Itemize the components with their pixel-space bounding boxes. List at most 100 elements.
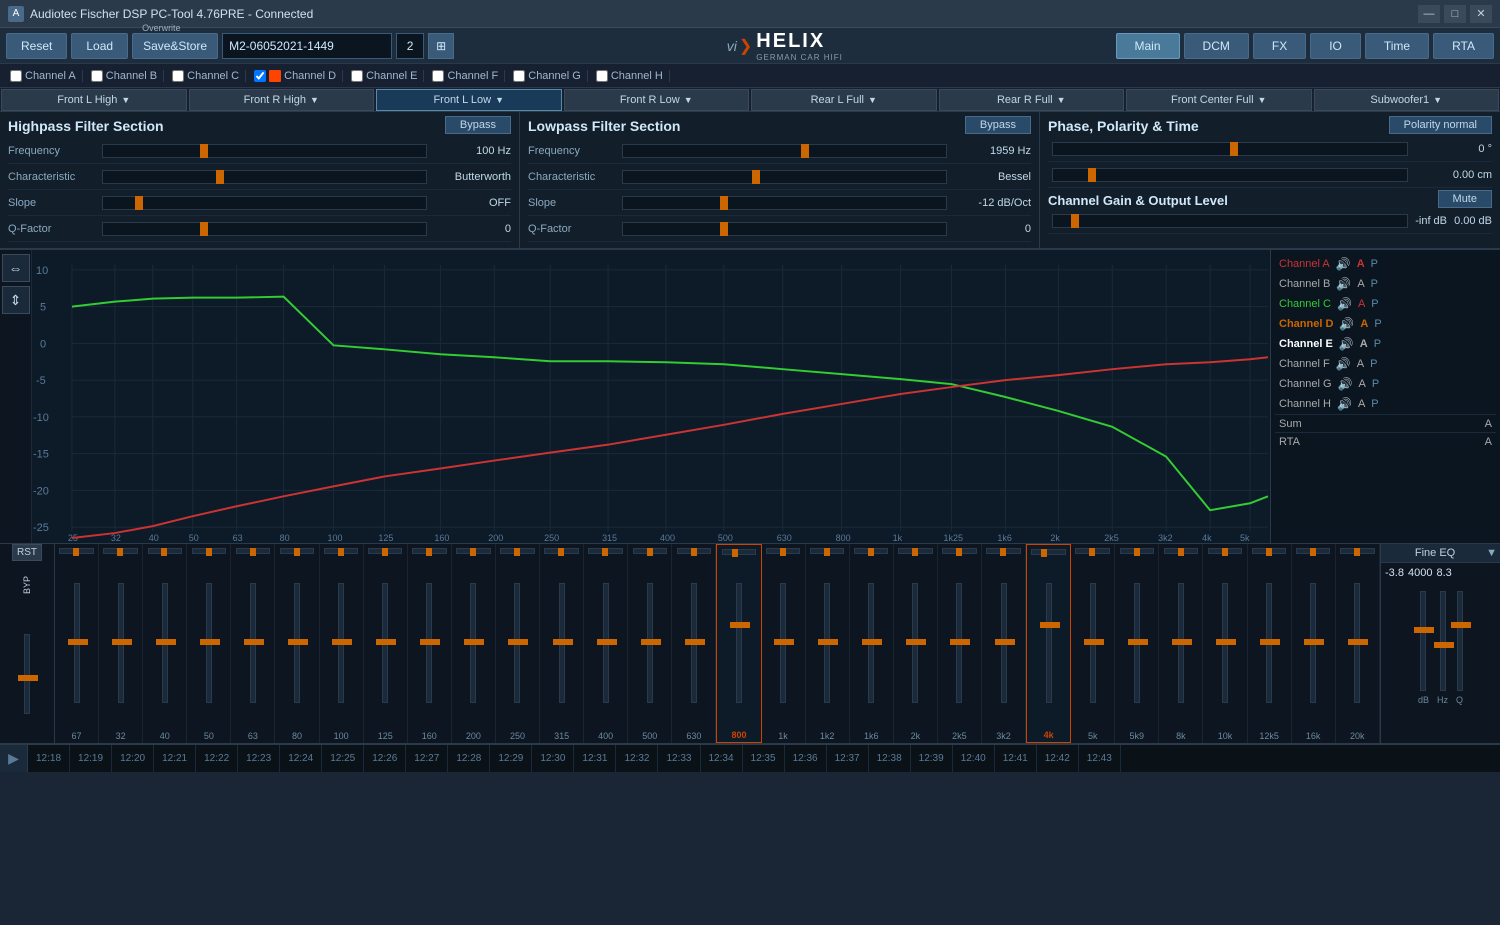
filter-slider-track-3[interactable] — [102, 222, 427, 236]
filter-slider-track-1[interactable] — [102, 170, 427, 184]
filter-slider-track-0[interactable] — [102, 144, 427, 158]
lowpass-bypass-button[interactable]: Bypass — [965, 116, 1031, 134]
legend-ch-h-speaker-icon[interactable]: 🔊 — [1337, 397, 1352, 411]
phase-slider-track[interactable] — [1052, 142, 1408, 156]
eq-fader-track-13[interactable] — [647, 583, 653, 703]
legend-sum-a[interactable]: A — [1485, 418, 1492, 430]
eq-fader-thumb-28[interactable] — [1304, 639, 1324, 645]
eq-fader-track-4[interactable] — [250, 583, 256, 703]
channel-name-btn-1[interactable]: Front R High▼ — [189, 89, 375, 111]
legend-rta-a[interactable]: A — [1485, 436, 1492, 448]
mute-button[interactable]: Mute — [1438, 190, 1492, 208]
legend-ch-d-p[interactable]: P — [1374, 318, 1381, 330]
eq-master-fader-track[interactable] — [24, 634, 30, 714]
highpass-bypass-button[interactable]: Bypass — [445, 116, 511, 134]
legend-ch-h-p[interactable]: P — [1371, 398, 1378, 410]
eq-fader-track-0[interactable] — [74, 583, 80, 703]
legend-ch-g-speaker-icon[interactable]: 🔊 — [1338, 377, 1353, 391]
eq-fader-thumb-3[interactable] — [200, 639, 220, 645]
legend-ch-b-p[interactable]: P — [1371, 278, 1378, 290]
eq-fader-track-20[interactable] — [956, 583, 962, 703]
legend-ch-d-a[interactable]: A — [1360, 318, 1368, 330]
legend-ch-e-a[interactable]: A — [1360, 338, 1368, 350]
fine-eq-hz-track[interactable] — [1440, 591, 1446, 691]
eq-fader-thumb-23[interactable] — [1084, 639, 1104, 645]
legend-ch-c-speaker-icon[interactable]: 🔊 — [1337, 297, 1352, 311]
fine-eq-q-track[interactable] — [1457, 591, 1463, 691]
filter-slider-thumb-1[interactable] — [752, 170, 760, 184]
legend-ch-h-a[interactable]: A — [1358, 398, 1365, 410]
eq-fader-track-27[interactable] — [1266, 583, 1272, 703]
legend-ch-e-speaker-icon[interactable]: 🔊 — [1339, 337, 1354, 351]
graph-zoom-fit-button[interactable]: ⇔ — [2, 254, 30, 282]
eq-fader-track-17[interactable] — [824, 583, 830, 703]
eq-fader-thumb-12[interactable] — [597, 639, 617, 645]
save-store-button[interactable]: Save&Store — [132, 33, 218, 59]
legend-ch-f-p[interactable]: P — [1370, 358, 1377, 370]
eq-fader-track-5[interactable] — [294, 583, 300, 703]
eq-fader-track-3[interactable] — [206, 583, 212, 703]
eq-rst-button[interactable]: RST — [12, 544, 42, 561]
legend-ch-b-speaker-icon[interactable]: 🔊 — [1336, 277, 1351, 291]
eq-fader-thumb-7[interactable] — [376, 639, 396, 645]
eq-fader-thumb-20[interactable] — [950, 639, 970, 645]
filter-slider-track-2[interactable] — [102, 196, 427, 210]
reset-button[interactable]: Reset — [6, 33, 67, 59]
eq-fader-thumb-4[interactable] — [244, 639, 264, 645]
legend-ch-b-a[interactable]: A — [1357, 278, 1364, 290]
window-controls[interactable]: — □ ✕ — [1418, 5, 1492, 23]
legend-ch-g-a[interactable]: A — [1359, 378, 1366, 390]
eq-fader-thumb-27[interactable] — [1260, 639, 1280, 645]
channel-checkbox-channelf[interactable] — [432, 70, 444, 82]
nav-dcm-button[interactable]: DCM — [1184, 33, 1249, 59]
eq-fader-track-6[interactable] — [338, 583, 344, 703]
channel-name-btn-5[interactable]: Rear R Full▼ — [939, 89, 1125, 111]
legend-ch-f-speaker-icon[interactable]: 🔊 — [1336, 357, 1351, 371]
eq-fader-thumb-9[interactable] — [464, 639, 484, 645]
eq-fader-track-26[interactable] — [1222, 583, 1228, 703]
legend-ch-a-p[interactable]: P — [1371, 258, 1378, 270]
eq-fader-track-28[interactable] — [1310, 583, 1316, 703]
filter-slider-thumb-0[interactable] — [801, 144, 809, 158]
eq-fader-thumb-14[interactable] — [685, 639, 705, 645]
channel-name-btn-2[interactable]: Front L Low▼ — [376, 89, 562, 111]
eq-fader-track-25[interactable] — [1178, 583, 1184, 703]
filter-slider-thumb-2[interactable] — [720, 196, 728, 210]
fine-eq-hz-thumb[interactable] — [1434, 642, 1454, 648]
nav-time-button[interactable]: Time — [1365, 33, 1429, 59]
eq-fader-track-10[interactable] — [514, 583, 520, 703]
eq-fader-thumb-6[interactable] — [332, 639, 352, 645]
filter-slider-track-1[interactable] — [622, 170, 947, 184]
timeline-play-button[interactable]: ▶ — [0, 745, 28, 773]
gain-slider-track[interactable] — [1052, 214, 1408, 228]
channel-name-btn-4[interactable]: Rear L Full▼ — [751, 89, 937, 111]
nav-main-button[interactable]: Main — [1116, 33, 1180, 59]
eq-fader-thumb-19[interactable] — [906, 639, 926, 645]
channel-checkbox-channelg[interactable] — [513, 70, 525, 82]
fine-eq-db-thumb[interactable] — [1414, 627, 1434, 633]
eq-fader-track-18[interactable] — [868, 583, 874, 703]
filter-slider-thumb-2[interactable] — [135, 196, 143, 210]
legend-ch-g-p[interactable]: P — [1372, 378, 1379, 390]
eq-fader-track-7[interactable] — [382, 583, 388, 703]
preset-number-input[interactable] — [396, 33, 424, 59]
preset-name-input[interactable] — [222, 33, 392, 59]
gain-slider-thumb[interactable] — [1071, 214, 1079, 228]
filter-slider-thumb-3[interactable] — [200, 222, 208, 236]
eq-fader-thumb-17[interactable] — [818, 639, 838, 645]
eq-fader-thumb-10[interactable] — [508, 639, 528, 645]
maximize-button[interactable]: □ — [1444, 5, 1466, 23]
eq-fader-track-1[interactable] — [118, 583, 124, 703]
eq-fader-track-11[interactable] — [559, 583, 565, 703]
eq-fader-thumb-11[interactable] — [553, 639, 573, 645]
eq-master-fader-thumb[interactable] — [18, 675, 38, 681]
phase-slider-thumb[interactable] — [1230, 142, 1238, 156]
filter-slider-track-3[interactable] — [622, 222, 947, 236]
eq-fader-track-15[interactable] — [736, 583, 742, 703]
legend-ch-f-a[interactable]: A — [1357, 358, 1364, 370]
eq-fader-thumb-22[interactable] — [1040, 622, 1060, 628]
channel-name-btn-3[interactable]: Front R Low▼ — [564, 89, 750, 111]
eq-fader-track-22[interactable] — [1046, 583, 1052, 703]
nav-io-button[interactable]: IO — [1310, 33, 1361, 59]
polarity-button[interactable]: Polarity normal — [1389, 116, 1492, 134]
